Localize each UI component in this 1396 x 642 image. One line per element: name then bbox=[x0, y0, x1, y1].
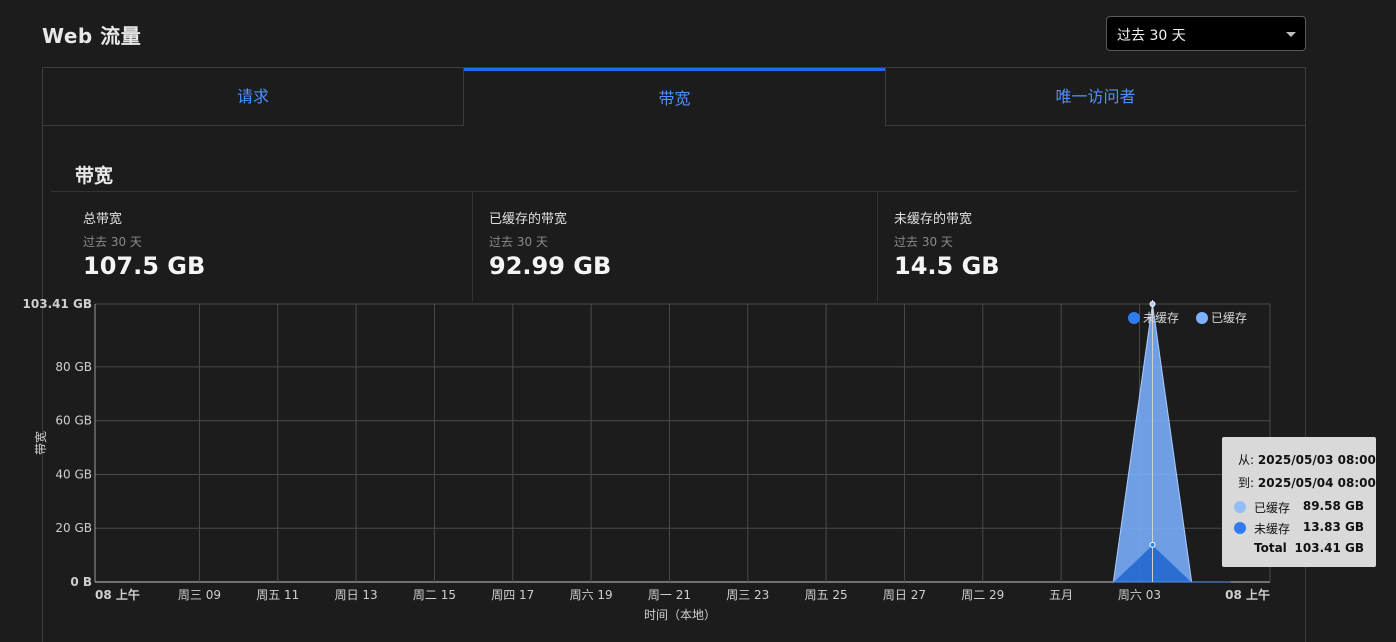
bandwidth-chart-svg: 0 B 20 GB 40 GB 60 GB 80 GB 103.41 GB 08 上午 周三 … bbox=[23, 297, 1271, 622]
stat-label: 已缓存的带宽 bbox=[489, 212, 568, 227]
legend-uncached-swatch bbox=[1128, 312, 1140, 324]
stat-total-bandwidth: 总带宽 过去 30 天 107.5 GB bbox=[51, 192, 472, 302]
stat-period: 过去 30 天 bbox=[489, 235, 548, 249]
time-range-value: 过去 30 天 bbox=[1117, 28, 1186, 44]
y-axis-title: 带宽 bbox=[33, 431, 48, 455]
x-tick-label: 周一 21 bbox=[648, 588, 691, 602]
tab-unique-visitors[interactable]: 唯一访问者 bbox=[885, 68, 1305, 126]
x-tick-label: 五月 bbox=[1049, 588, 1073, 602]
x-tick-label: 周五 11 bbox=[256, 588, 299, 602]
page-title: Web 流量 bbox=[42, 24, 142, 48]
stat-period: 过去 30 天 bbox=[894, 235, 953, 249]
x-tick-label: 周日 27 bbox=[883, 588, 926, 602]
y-tick-label: 80 GB bbox=[55, 360, 92, 374]
tooltip-total-label: Total bbox=[1254, 541, 1287, 555]
tooltip-from-label: 从: bbox=[1238, 453, 1255, 467]
stat-value: 14.5 GB bbox=[894, 252, 1000, 280]
tooltip-uncached-value: 13.83 GB bbox=[1302, 520, 1364, 534]
y-tick-label: 103.41 GB bbox=[23, 297, 92, 311]
chart-tooltip: 从: 2025/05/03 08:00 到: 2025/05/04 08:00 … bbox=[1222, 437, 1376, 567]
uncached-point bbox=[1149, 541, 1156, 548]
x-tick-label: 08 上午 bbox=[95, 587, 140, 602]
tooltip-from-value: 2025/05/03 08:00 bbox=[1257, 453, 1376, 467]
legend-cached-label: 已缓存 bbox=[1211, 311, 1247, 325]
time-range-select[interactable]: 过去 30 天 bbox=[1106, 16, 1306, 51]
legend-cached-swatch bbox=[1196, 312, 1208, 324]
stat-cached-bandwidth: 已缓存的带宽 过去 30 天 92.99 GB bbox=[472, 192, 877, 302]
tooltip-uncached-swatch bbox=[1234, 522, 1246, 534]
tooltip-cached-swatch bbox=[1234, 501, 1246, 513]
y-tick-label: 60 GB bbox=[55, 414, 92, 428]
metric-tabs: 请求 带宽 唯一访问者 bbox=[43, 68, 1305, 126]
tooltip-uncached-label: 未缓存 bbox=[1254, 522, 1291, 536]
x-tick-label: 周六 03 bbox=[1118, 588, 1161, 602]
bandwidth-chart: 0 B 20 GB 40 GB 60 GB 80 GB 103.41 GB 08 上午 周三 … bbox=[0, 296, 1396, 642]
cached-point bbox=[1149, 301, 1156, 307]
stat-period: 过去 30 天 bbox=[83, 235, 142, 249]
section-title: 带宽 bbox=[75, 165, 114, 187]
tooltip-to-value: 2025/05/04 08:00 bbox=[1257, 476, 1376, 490]
stat-uncached-bandwidth: 未缓存的带宽 过去 30 天 14.5 GB bbox=[877, 192, 1297, 302]
x-tick-label: 周三 23 bbox=[726, 588, 769, 602]
y-tick-label: 20 GB bbox=[55, 521, 92, 535]
chevron-down-icon bbox=[1286, 32, 1296, 37]
tooltip-total-value: 103.41 GB bbox=[1294, 541, 1364, 555]
stat-value: 92.99 GB bbox=[489, 252, 612, 280]
stat-label: 未缓存的带宽 bbox=[894, 212, 973, 227]
cached-series-area bbox=[1112, 303, 1231, 584]
x-tick-label: 周三 09 bbox=[178, 588, 221, 602]
stat-label: 总带宽 bbox=[83, 212, 123, 227]
legend-uncached-label: 未缓存 bbox=[1143, 311, 1179, 325]
tooltip-cached-value: 89.58 GB bbox=[1302, 499, 1364, 513]
x-tick-label: 周日 13 bbox=[335, 588, 378, 602]
y-tick-label: 0 B bbox=[70, 575, 92, 589]
tooltip-to-label: 到: bbox=[1238, 476, 1255, 490]
y-tick-label: 40 GB bbox=[55, 467, 92, 481]
x-tick-label: 周四 17 bbox=[491, 588, 534, 602]
x-tick-label: 周六 19 bbox=[570, 588, 613, 602]
stat-value: 107.5 GB bbox=[83, 252, 206, 280]
x-tick-label: 周二 15 bbox=[413, 588, 456, 602]
x-tick-label: 周二 29 bbox=[961, 588, 1004, 602]
tab-requests[interactable]: 请求 bbox=[43, 68, 464, 126]
x-axis-title: 时间（本地） bbox=[644, 608, 716, 622]
x-tick-label: 周五 25 bbox=[805, 588, 848, 602]
tooltip-cached-label: 已缓存 bbox=[1254, 501, 1291, 515]
x-tick-label: 08 上午 bbox=[1225, 587, 1270, 602]
tab-bandwidth[interactable]: 带宽 bbox=[464, 68, 885, 126]
